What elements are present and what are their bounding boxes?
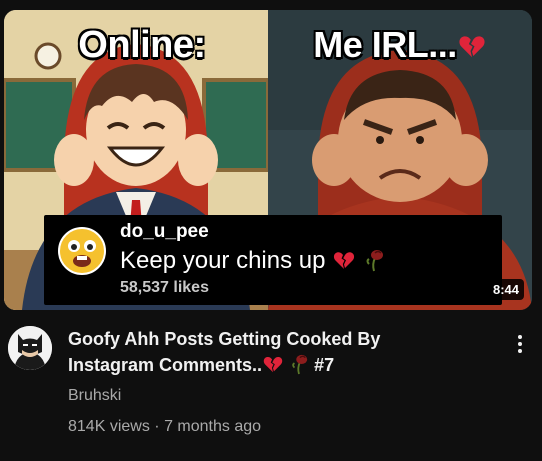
view-count: 814K views [68,418,150,435]
video-card[interactable]: Online: Me IRL... do_u_pee Keep your chi… [0,0,542,461]
wilted-rose-icon [366,250,383,272]
video-duration-badge: 8:44 [487,279,524,300]
upload-age: 7 months ago [164,418,262,435]
comment-text: Keep your chins up [120,247,385,275]
broken-heart-icon [334,252,355,269]
wilted-rose-icon [292,354,308,375]
comment-username: do_u_pee [120,221,209,242]
comment-overlay: do_u_pee Keep your chins up 58,537 likes [44,215,502,305]
video-title[interactable]: Goofy Ahh Posts Getting Cooked By Instag… [68,326,488,378]
more-vert-icon[interactable] [508,328,532,360]
batman-avatar-icon [8,326,52,370]
video-thumbnail[interactable]: Online: Me IRL... do_u_pee Keep your chi… [4,10,532,310]
broken-heart-icon [459,36,485,58]
video-metadata: 814K views · 7 months ago [68,418,261,436]
left-caption: Online: [78,24,206,66]
video-title-line2: Instagram Comments.. #7 [68,354,335,375]
video-title-line1: Goofy Ahh Posts Getting Cooked By [68,329,381,349]
broken-heart-icon [263,356,283,373]
channel-avatar[interactable] [8,326,52,370]
channel-name[interactable]: Bruhski [68,387,121,405]
comment-likes: 58,537 likes [120,279,209,296]
meta-separator: · [154,418,160,435]
right-caption: Me IRL... [268,24,532,66]
surprised-face-icon [58,227,106,275]
